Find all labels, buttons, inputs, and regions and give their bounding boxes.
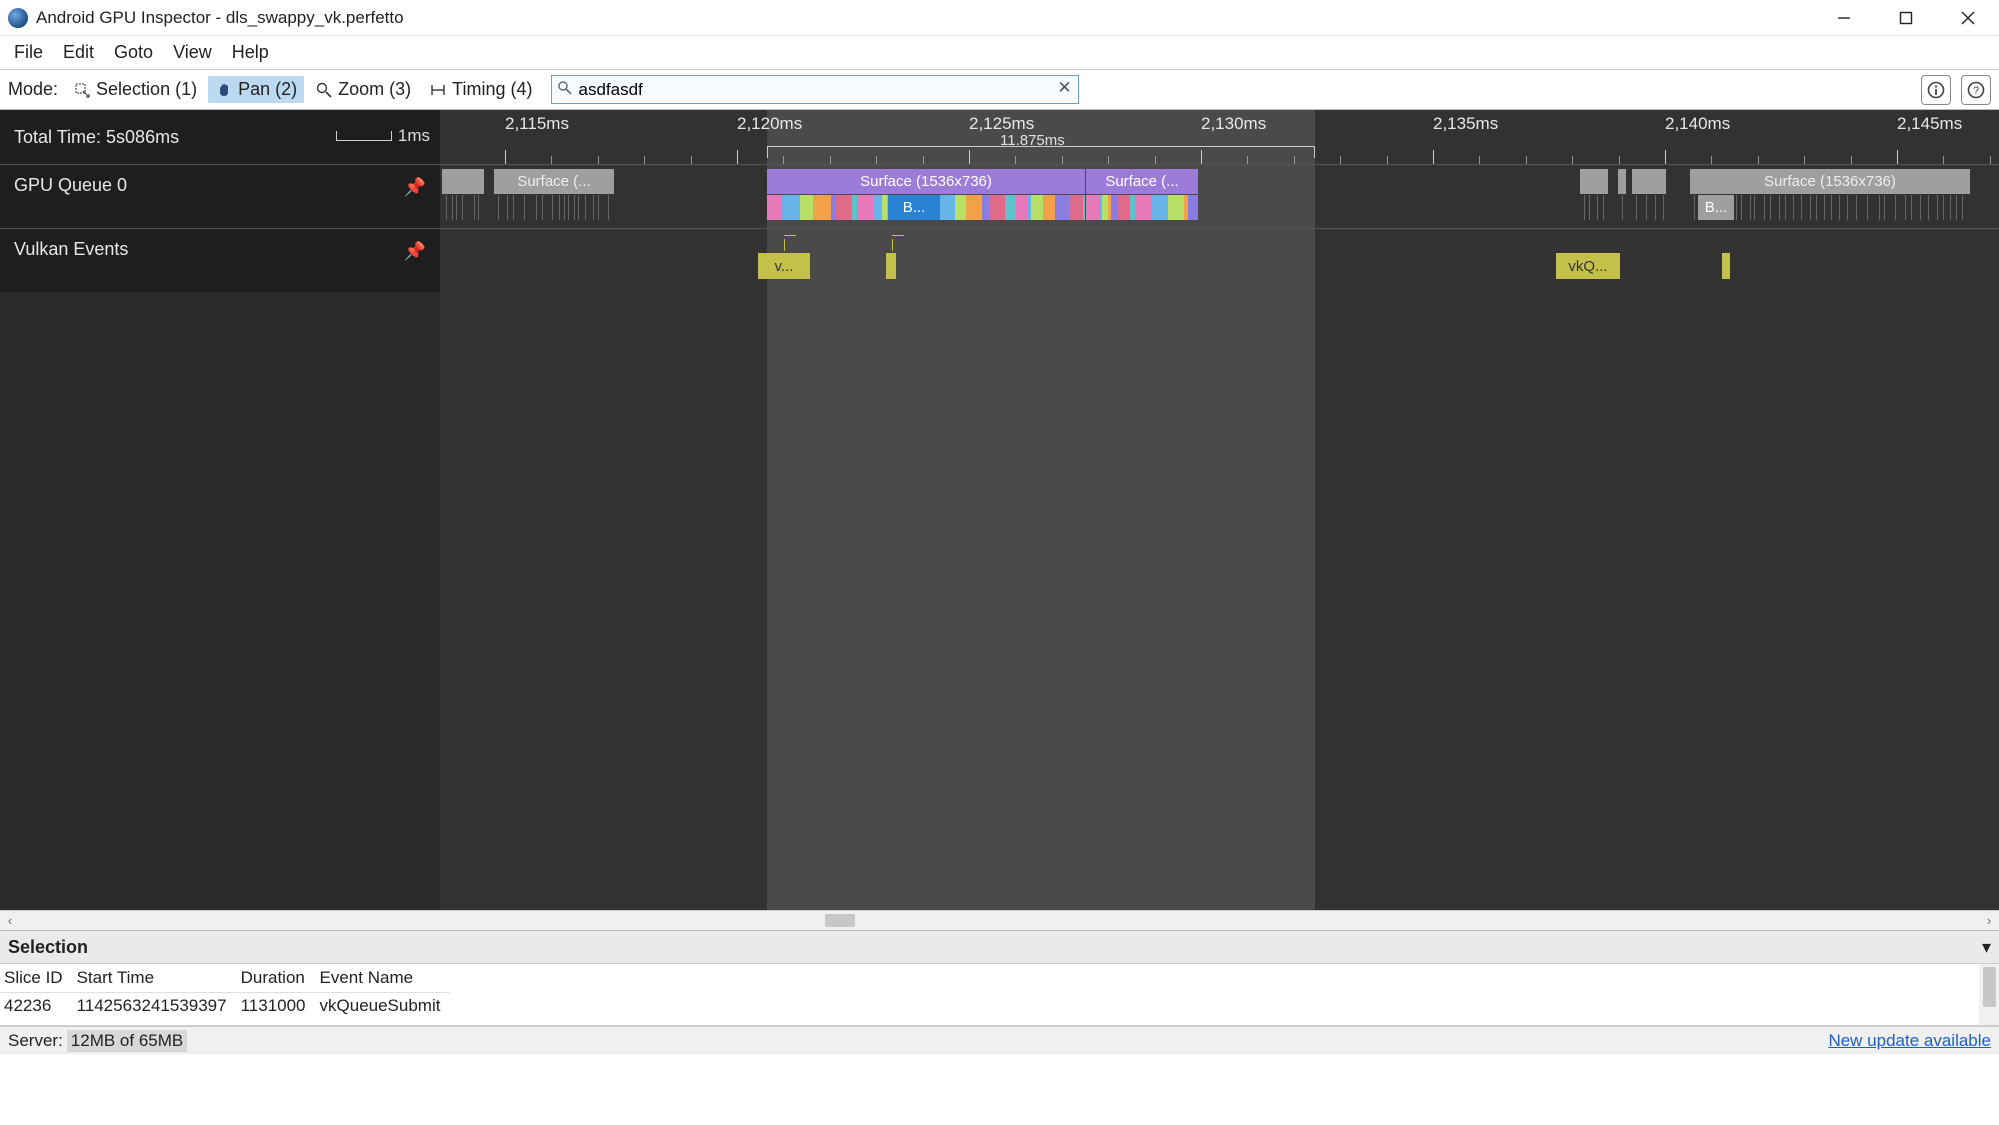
help-button[interactable]: ? bbox=[1961, 75, 1991, 105]
table-row[interactable]: 423011142563244399397122000vkQueueSubmit bbox=[0, 1019, 450, 1026]
toolbar: Mode: Selection (1) Pan (2) Zoom (3) Tim… bbox=[0, 70, 1999, 110]
hscroll-thumb[interactable] bbox=[825, 914, 855, 927]
vulkan-event[interactable]: v... bbox=[758, 253, 810, 279]
surface-block[interactable]: Surface (1536x736) bbox=[1690, 169, 1970, 194]
hscroll-left[interactable]: ‹ bbox=[0, 913, 20, 928]
flow-arrow-icon bbox=[784, 235, 796, 251]
status-server-mem: 12MB of 65MB bbox=[67, 1030, 187, 1052]
menubar: File Edit Goto View Help bbox=[0, 36, 1999, 70]
track-header-vulkan-events[interactable]: Vulkan Events 📌 bbox=[0, 229, 440, 292]
hscrollbar[interactable]: ‹ › bbox=[0, 910, 1999, 930]
status-server-label: Server: bbox=[8, 1031, 63, 1051]
col-start-time[interactable]: Start Time bbox=[73, 964, 237, 993]
search-input[interactable] bbox=[551, 75, 1079, 104]
mode-pan-label: Pan (2) bbox=[238, 79, 297, 100]
ruler-body[interactable]: 11.875ms 2,115ms 2,120ms 2,125ms 2,130ms 2,1… bbox=[440, 110, 1999, 164]
table-row[interactable]: 4223611425632415393971131000vkQueueSubmi… bbox=[0, 993, 450, 1020]
ruler-sidebar: Total Time: 5s086ms 1ms bbox=[0, 110, 440, 164]
selection-header: Selection ▾ bbox=[0, 930, 1999, 964]
timeline-empty-body[interactable] bbox=[440, 292, 1999, 910]
surface-block[interactable] bbox=[442, 169, 484, 194]
col-duration[interactable]: Duration bbox=[237, 964, 316, 993]
menu-edit[interactable]: Edit bbox=[53, 38, 104, 67]
sub-block[interactable]: B... bbox=[1698, 195, 1734, 220]
statusbar: Server: 12MB of 65MB New update availabl… bbox=[0, 1026, 1999, 1054]
surface-block-selected[interactable]: Surface (... bbox=[1086, 169, 1198, 194]
selection-icon bbox=[73, 81, 91, 99]
menu-view[interactable]: View bbox=[163, 38, 222, 67]
vulkan-event[interactable] bbox=[1722, 253, 1730, 279]
titlebar: Android GPU Inspector - dls_swappy_vk.pe… bbox=[0, 0, 1999, 36]
track-name: GPU Queue 0 bbox=[14, 175, 127, 196]
mode-label: Mode: bbox=[8, 79, 58, 100]
col-slice-id[interactable]: Slice ID bbox=[0, 964, 73, 993]
menu-file[interactable]: File bbox=[4, 38, 53, 67]
track-header-gpu-queue-0[interactable]: GPU Queue 0 📌 bbox=[0, 165, 440, 228]
tick-label: 2,115ms bbox=[505, 114, 569, 134]
mode-timing[interactable]: Timing (4) bbox=[422, 76, 539, 103]
tick-label: 2,140ms bbox=[1665, 114, 1730, 134]
surface-block[interactable] bbox=[1618, 169, 1626, 194]
tick-label: 2,125ms bbox=[969, 114, 1034, 134]
timeline-empty[interactable] bbox=[0, 292, 1999, 910]
pin-icon[interactable]: 📌 bbox=[404, 241, 426, 262]
mode-pan[interactable]: Pan (2) bbox=[208, 76, 304, 103]
scale-indicator: 1ms bbox=[336, 126, 430, 146]
search-wrap: ✕ bbox=[551, 75, 1079, 104]
track-gpu-queue-0: GPU Queue 0 📌 Surface (...Surface (1536x… bbox=[0, 164, 1999, 228]
selection-span-label: 11.875ms bbox=[1000, 132, 1065, 149]
mode-selection[interactable]: Selection (1) bbox=[66, 76, 204, 103]
vulkan-event[interactable]: vkQ... bbox=[1556, 253, 1620, 279]
track-name: Vulkan Events bbox=[14, 239, 128, 260]
maximize-button[interactable] bbox=[1875, 0, 1937, 35]
track-body-vulkan-events[interactable]: v... vkQ... bbox=[440, 229, 1999, 292]
surface-block[interactable]: Surface (... bbox=[494, 169, 614, 194]
ruler: Total Time: 5s086ms 1ms 11.875ms 2,115ms… bbox=[0, 110, 1999, 164]
menu-goto[interactable]: Goto bbox=[104, 38, 163, 67]
search-icon bbox=[557, 80, 573, 96]
tick-label: 2,120ms bbox=[737, 114, 802, 134]
surface-block-selected[interactable]: Surface (1536x736) bbox=[767, 169, 1085, 194]
zoom-icon bbox=[315, 81, 333, 99]
mode-timing-label: Timing (4) bbox=[452, 79, 532, 100]
hscroll-right[interactable]: › bbox=[1979, 913, 1999, 928]
selection-vscroll[interactable] bbox=[1979, 964, 1999, 1025]
mode-selection-label: Selection (1) bbox=[96, 79, 197, 100]
hscroll-track[interactable] bbox=[20, 911, 1979, 930]
selection-title: Selection bbox=[8, 937, 1982, 958]
pin-icon[interactable]: 📌 bbox=[404, 177, 426, 198]
svg-text:?: ? bbox=[1973, 85, 1979, 97]
tick-label: 2,145ms bbox=[1897, 114, 1962, 134]
track-body-gpu-queue-0[interactable]: Surface (...Surface (1536x736)Surface (1… bbox=[440, 165, 1999, 228]
mode-zoom-label: Zoom (3) bbox=[338, 79, 411, 100]
window-title: Android GPU Inspector - dls_swappy_vk.pe… bbox=[36, 8, 1813, 28]
scale-label: 1ms bbox=[398, 126, 430, 146]
pan-icon bbox=[215, 81, 233, 99]
surface-block[interactable] bbox=[1580, 169, 1608, 194]
timing-icon bbox=[429, 81, 447, 99]
status-update-link[interactable]: New update available bbox=[1828, 1031, 1991, 1051]
mode-zoom[interactable]: Zoom (3) bbox=[308, 76, 418, 103]
col-event-name[interactable]: Event Name bbox=[316, 964, 451, 993]
timeline[interactable]: Total Time: 5s086ms 1ms 11.875ms 2,115ms… bbox=[0, 110, 1999, 910]
close-button[interactable] bbox=[1937, 0, 1999, 35]
selection-vscroll-thumb[interactable] bbox=[1983, 967, 1996, 1007]
info-button[interactable] bbox=[1921, 75, 1951, 105]
timeline-empty-sidebar bbox=[0, 292, 440, 910]
tick-label: 2,130ms bbox=[1201, 114, 1266, 134]
sub-block[interactable]: B... bbox=[888, 195, 940, 220]
total-time: Total Time: 5s086ms bbox=[14, 127, 179, 148]
minimize-button[interactable] bbox=[1813, 0, 1875, 35]
selection-table-wrap: Slice ID Start Time Duration Event Name … bbox=[0, 964, 1999, 1026]
collapse-icon[interactable]: ▾ bbox=[1982, 937, 1991, 958]
track-vulkan-events: Vulkan Events 📌 v... vkQ... bbox=[0, 228, 1999, 292]
flow-arrow-icon bbox=[892, 235, 904, 251]
app-icon bbox=[8, 8, 28, 28]
clear-icon[interactable]: ✕ bbox=[1055, 79, 1073, 97]
vulkan-event[interactable] bbox=[886, 253, 896, 279]
selection-table[interactable]: Slice ID Start Time Duration Event Name … bbox=[0, 964, 450, 1026]
menu-help[interactable]: Help bbox=[222, 38, 279, 67]
tick-label: 2,135ms bbox=[1433, 114, 1498, 134]
surface-block[interactable] bbox=[1632, 169, 1666, 194]
